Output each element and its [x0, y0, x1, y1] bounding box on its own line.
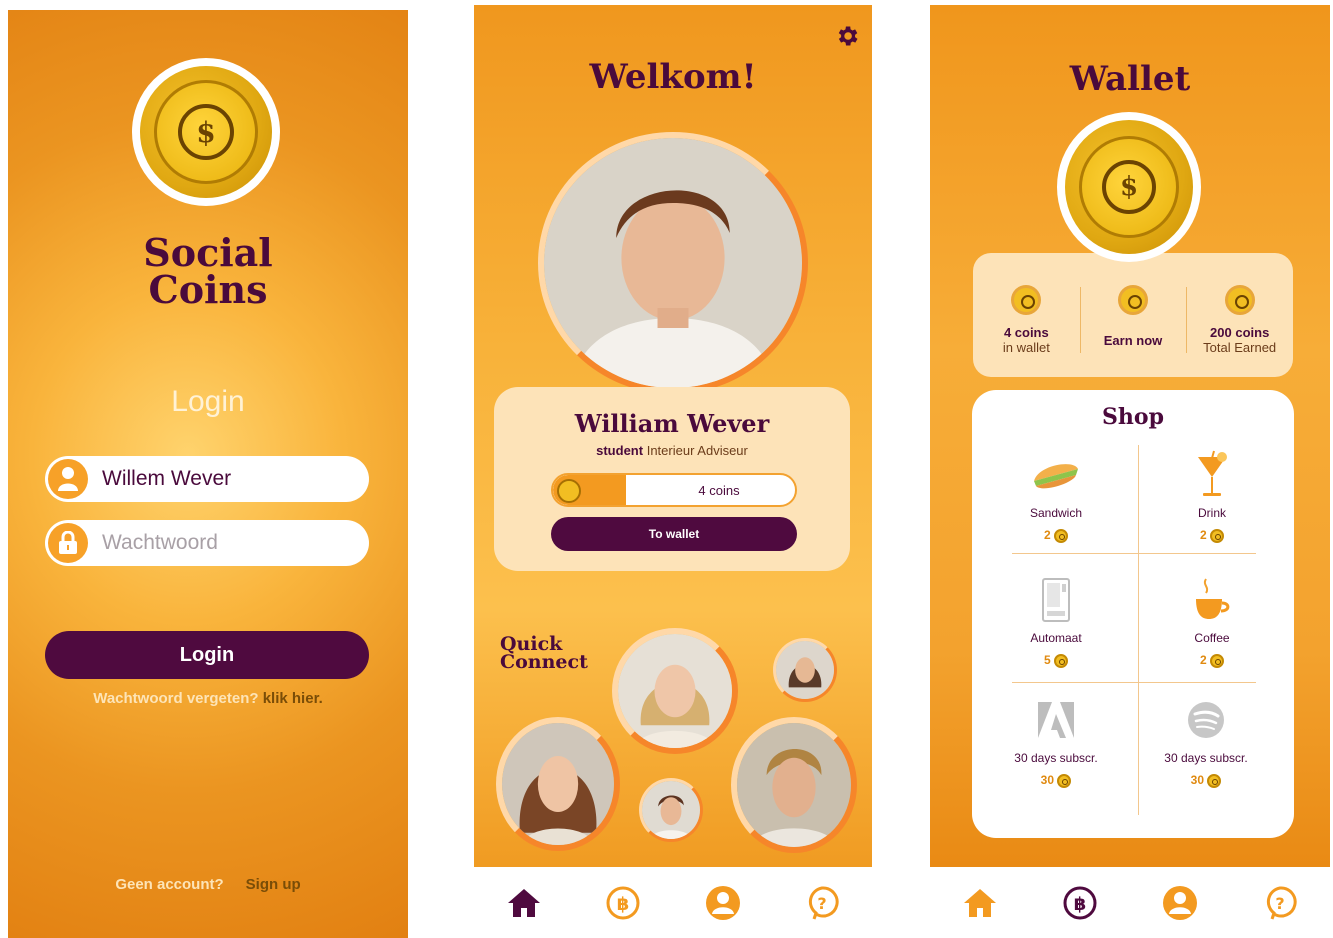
app-name-line2: Coins [148, 267, 268, 312]
svg-text:฿: ฿ [1074, 894, 1087, 915]
username-value: Willem Wever [102, 467, 232, 490]
bitcoin-icon[interactable]: ฿ [602, 882, 644, 924]
coin-icon [1057, 773, 1072, 788]
shop-panel: Shop Sandwich 2 Drink 2 Automaat 5 Coffe… [972, 390, 1294, 838]
shop-item-drink[interactable]: Drink 2 [1132, 450, 1292, 543]
sign-up-link[interactable]: Sign up [246, 876, 301, 893]
bitcoin-icon[interactable]: ฿ [1059, 882, 1101, 924]
no-account-text: Geen account? [115, 876, 224, 893]
contact-avatar[interactable] [496, 717, 620, 851]
coin-icon [1011, 285, 1042, 315]
coffee-cup-icon [1132, 575, 1292, 625]
contact-avatar[interactable] [773, 638, 837, 702]
to-wallet-button[interactable]: To wallet [551, 517, 797, 551]
help-icon[interactable]: ? [1259, 882, 1301, 924]
contact-avatar[interactable] [612, 628, 738, 754]
bottom-nav: ฿ ? [930, 867, 1330, 938]
app-name-line1: Social [143, 230, 273, 275]
profile-avatar[interactable] [538, 132, 808, 394]
contact-avatar[interactable] [731, 717, 857, 853]
shop-item-adobe[interactable]: 30 days subscr. 30 [976, 695, 1136, 788]
wallet-screen: Wallet $ 4 coins in wallet Earn now 200 … [930, 5, 1330, 867]
profile-card: William Wever student Interieur Adviseur… [494, 387, 850, 571]
user-name: William Wever [574, 409, 770, 438]
coins-label: 4 coins [698, 482, 740, 498]
shop-title: Shop [1102, 404, 1164, 430]
welcome-title: Welkom! [589, 57, 757, 97]
sandwich-icon [976, 450, 1136, 500]
password-placeholder: Wachtwoord [102, 531, 218, 554]
coins-progress-bar: 4 coins [551, 473, 797, 507]
coin-icon [557, 479, 581, 503]
forgot-password-row: Wachtwoord vergeten? klik hier. [8, 690, 408, 707]
coin-icon [1054, 528, 1069, 543]
home-icon[interactable] [503, 882, 545, 924]
earn-now-stat[interactable]: Earn now [1079, 253, 1187, 377]
coin-logo: $ [1057, 112, 1201, 262]
social-coins-logo: $ [132, 58, 280, 206]
shop-item-sandwich[interactable]: Sandwich 2 [976, 450, 1136, 543]
spotify-icon [1126, 695, 1286, 745]
username-field[interactable]: Willem Wever [45, 456, 369, 502]
home-icon[interactable] [959, 882, 1001, 924]
forgot-password-text: Wachtwoord vergeten? [93, 690, 259, 707]
login-button[interactable]: Login [45, 631, 369, 679]
divider [1012, 682, 1256, 683]
login-screen: $ Social Coins Login Willem Wever Wachtw… [8, 10, 408, 938]
svg-text:฿: ฿ [617, 894, 630, 915]
coin-icon [1224, 285, 1255, 315]
gear-icon[interactable] [834, 23, 860, 49]
coin-icon [1207, 773, 1222, 788]
coin-icon [1210, 528, 1225, 543]
cocktail-icon [1132, 450, 1292, 500]
shop-item-spotify[interactable]: 30 days subscr. 30 [1126, 695, 1286, 788]
lock-icon [48, 523, 88, 563]
profile-icon[interactable] [702, 882, 744, 924]
help-icon[interactable]: ? [801, 882, 843, 924]
coins-in-wallet-stat: 4 coins in wallet [973, 253, 1080, 377]
forgot-password-link[interactable]: klik hier. [263, 690, 323, 707]
quick-connect-label: Quick Connect [500, 633, 588, 673]
user-role: student Interieur Adviseur [596, 443, 748, 458]
wallet-title: Wallet [1069, 59, 1191, 99]
total-earned-stat: 200 coins Total Earned [1186, 253, 1293, 377]
wallet-stats: 4 coins in wallet Earn now 200 coins Tot… [973, 253, 1293, 377]
coin-icon [1118, 285, 1148, 315]
adobe-icon [976, 695, 1136, 745]
svg-text:?: ? [818, 894, 827, 913]
coin-icon [1054, 653, 1069, 668]
svg-text:?: ? [1275, 894, 1284, 913]
home-screen: Welkom! William Wever student Interieur … [474, 5, 872, 867]
divider [1012, 553, 1256, 554]
coin-icon [1210, 653, 1225, 668]
user-icon [48, 459, 88, 499]
password-field[interactable]: Wachtwoord [45, 520, 369, 566]
profile-icon[interactable] [1159, 882, 1201, 924]
bottom-nav: ฿ ? [474, 867, 872, 938]
vending-machine-icon [976, 575, 1136, 625]
shop-item-automaat[interactable]: Automaat 5 [976, 575, 1136, 668]
shop-item-coffee[interactable]: Coffee 2 [1132, 575, 1292, 668]
signup-row: Geen account? Sign up [8, 876, 408, 893]
contact-avatar[interactable] [639, 778, 703, 842]
login-heading: Login [171, 385, 245, 418]
